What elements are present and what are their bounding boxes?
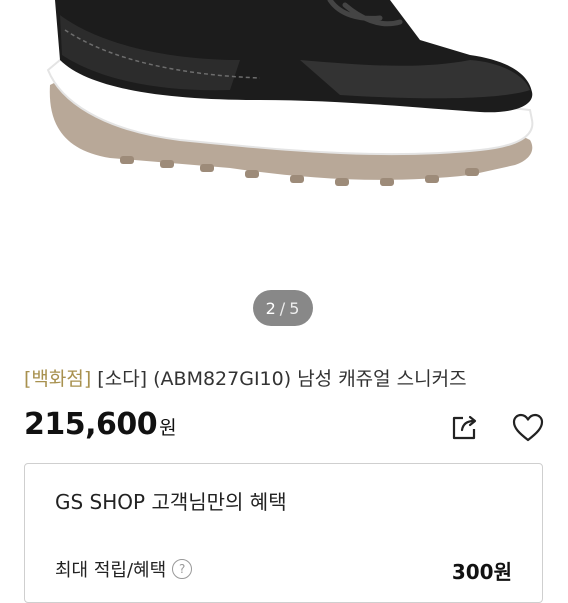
share-button[interactable]: [444, 408, 484, 448]
department-store-tag[interactable]: [백화점]: [24, 368, 91, 390]
pager-separator: /: [279, 298, 287, 318]
benefit-title: GS SHOP 고객님만의 혜택: [55, 490, 287, 514]
price-unit: 원: [159, 417, 177, 439]
info-icon[interactable]: ?: [172, 559, 193, 579]
image-pager: 2 / 5: [253, 290, 313, 326]
benefit-row: 최대 적립/혜택 ?: [55, 556, 193, 582]
wishlist-button[interactable]: [508, 408, 548, 448]
price-value: 215,600: [24, 407, 158, 442]
pager-current: 2: [265, 298, 277, 318]
pager-total: 5: [289, 298, 301, 318]
benefit-row-label: 최대 적립/혜택: [55, 560, 167, 581]
product-price: 215,600 원: [24, 407, 177, 442]
heart-icon: [512, 413, 544, 442]
product-image[interactable]: 2 / 5: [0, 0, 568, 350]
product-title: [백화점] [소다] (ABM827GI10) 남성 캐쥬얼 스니커즈: [24, 364, 467, 391]
benefit-row-value: 300원: [451, 560, 512, 584]
share-icon: [452, 415, 477, 440]
product-name: [소다] (ABM827GI10) 남성 캐쥬얼 스니커즈: [91, 368, 467, 390]
benefit-card: GS SHOP 고객님만의 혜택 최대 적립/혜택 ? 300원: [24, 463, 543, 603]
